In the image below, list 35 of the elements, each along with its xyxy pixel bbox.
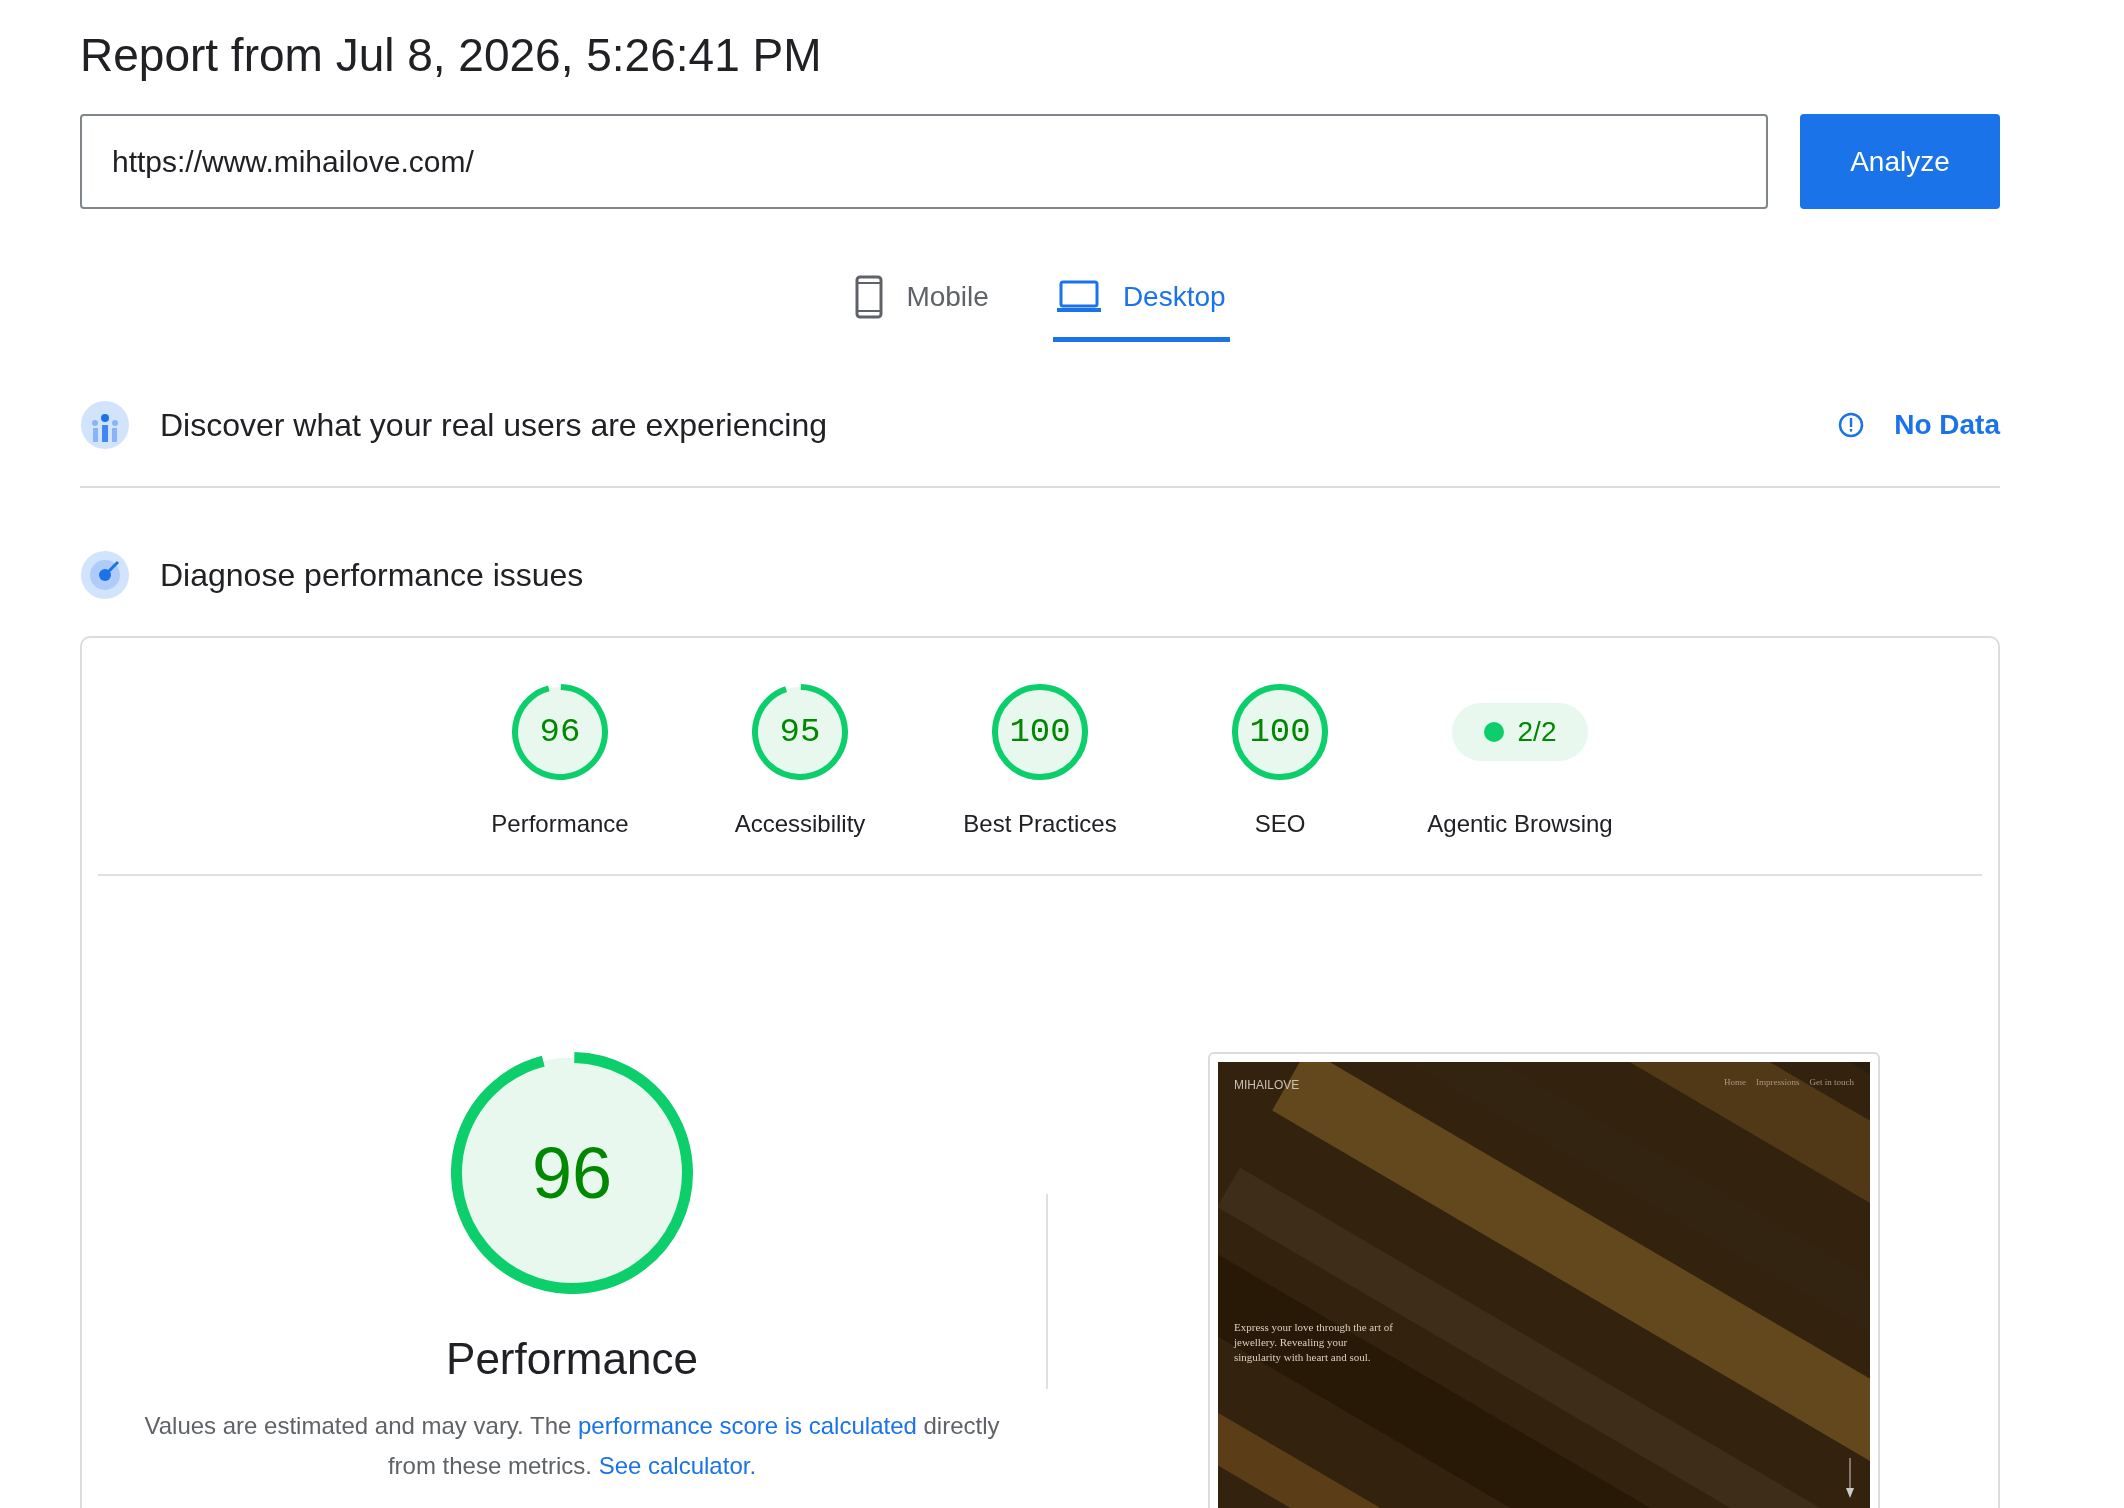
section-heading: Diagnose performance issues <box>160 556 584 595</box>
radar-icon <box>80 550 130 600</box>
site-nav-link[interactable]: Home <box>1724 1076 1746 1090</box>
score-value: 96 <box>531 1132 613 1215</box>
category-label: Accessibility <box>734 809 866 839</box>
report-title: Report from Jul 8, 2026, 5:26:41 PM <box>80 28 823 83</box>
device-tab[interactable]: Mobile <box>850 275 993 342</box>
note-link[interactable]: See calculator. <box>598 1452 757 1479</box>
users-chart-icon <box>80 400 130 450</box>
performance-title: Performance <box>446 1333 698 1385</box>
info-icon <box>1838 412 1865 438</box>
site-logo: MIHAILOVE <box>1234 1077 1300 1094</box>
score-note: Values are estimated and may vary. The performance score is calculated directly from these metrics. See calculator. <box>143 1411 1001 1481</box>
note-link[interactable]: performance score is calculated <box>578 1412 917 1439</box>
phone-icon <box>854 275 885 319</box>
analyze-button[interactable]: Analyze <box>1800 114 2000 209</box>
category-label: Performance <box>491 809 629 839</box>
down-arrow-icon <box>1846 1458 1854 1498</box>
site-nav-link[interactable]: Impressions <box>1756 1076 1800 1090</box>
status-dot-icon <box>1483 722 1504 742</box>
no-data-status: No Data <box>1894 408 2000 442</box>
category-label: SEO <box>1254 809 1306 839</box>
device-tab[interactable]: Desktop <box>1052 275 1230 342</box>
section-heading: Discover what your real users are experiencing <box>160 406 828 445</box>
score-value: 100 <box>1249 711 1311 753</box>
laptop-icon <box>1056 280 1101 314</box>
url-field[interactable]: https://www.mihailove.com/ <box>80 114 1768 209</box>
score-value: 96 <box>539 711 581 753</box>
site-nav-link[interactable]: Get in touch <box>1809 1076 1854 1090</box>
score-value: 2/2 <box>1517 715 1557 749</box>
site-tagline: Express your love through the art of jewellery. Revealing your singularity with heart and soul. <box>1234 1320 1394 1365</box>
score-value: 100 <box>1009 711 1071 753</box>
score-value: 95 <box>779 711 821 753</box>
category-label: Agentic Browsing <box>1427 809 1613 839</box>
category-label: Best Practices <box>963 809 1117 839</box>
